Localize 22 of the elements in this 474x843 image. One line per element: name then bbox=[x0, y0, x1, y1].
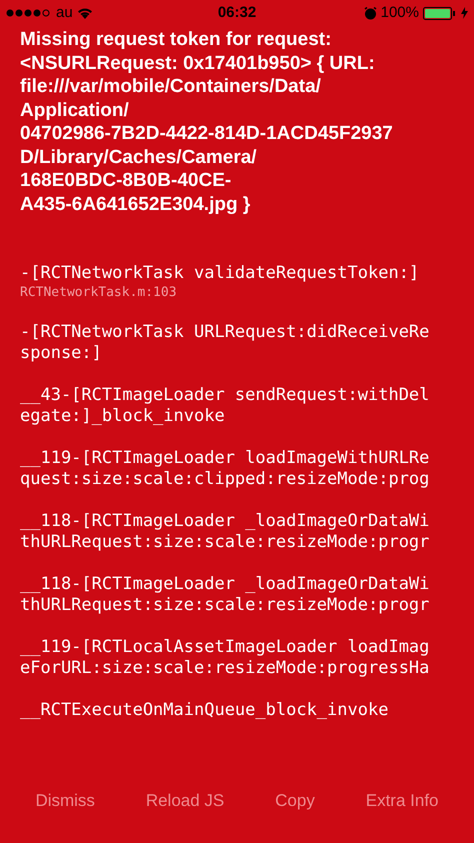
stack-frame: -[RCTNetworkTask URLRequest:didReceiveRe sponse:] bbox=[20, 322, 454, 364]
stack-frame: __119-[RCTImageLoader loadImageWithURLRe quest:size:scale:clipped:resizeMode:prog bbox=[20, 448, 454, 490]
file-location: RCTNetworkTask.m:103 bbox=[20, 284, 177, 301]
alarm-clock-icon bbox=[364, 6, 377, 20]
action-button[interactable]: Dismiss bbox=[25, 784, 105, 817]
stack-frame: __119-[RCTLocalAssetImageLoader loadImag eForURL:size:scale:resizeMode:progressHa bbox=[20, 637, 454, 679]
clock-time: 06:32 bbox=[216, 2, 258, 23]
stack-frame: -[RCTNetworkTask validateRequestToken:] bbox=[20, 263, 454, 284]
action-button[interactable]: Copy bbox=[265, 784, 325, 817]
action-button[interactable]: Extra Info bbox=[356, 784, 448, 817]
carrier-name: au bbox=[56, 2, 73, 23]
stack-frame: __43-[RCTImageLoader sendRequest:withDel egate:]_block_invoke bbox=[20, 385, 454, 427]
signal-icon bbox=[6, 9, 52, 17]
charging-bolt-icon bbox=[461, 7, 468, 19]
stack-frame: __118-[RCTImageLoader _loadImageOrDataWi thURLRequest:size:scale:resizeMode:progr bbox=[20, 511, 454, 553]
stack-frame: __RCTExecuteOnMainQueue_block_invoke bbox=[20, 700, 454, 721]
battery-icon bbox=[423, 6, 457, 20]
stack-frame: __118-[RCTImageLoader _loadImageOrDataWi thURLRequest:size:scale:resizeMode:progr bbox=[20, 574, 454, 616]
action-button[interactable]: Reload JS bbox=[136, 784, 234, 817]
error-message: Missing request token for request: <NSURLRequest: 0x17401b950> { URL: file:///var/mobile/Containers/Data/ Application/ 04702986-7B2D-4422-814D-1ACD45F2937 D/Library/Caches/Camera/ 168E0BDC-8B0B-40CE- A435-6A641652E304.jpg } bbox=[20, 28, 394, 216]
battery-percent: 100% bbox=[380, 2, 419, 23]
wifi-icon bbox=[76, 7, 93, 19]
